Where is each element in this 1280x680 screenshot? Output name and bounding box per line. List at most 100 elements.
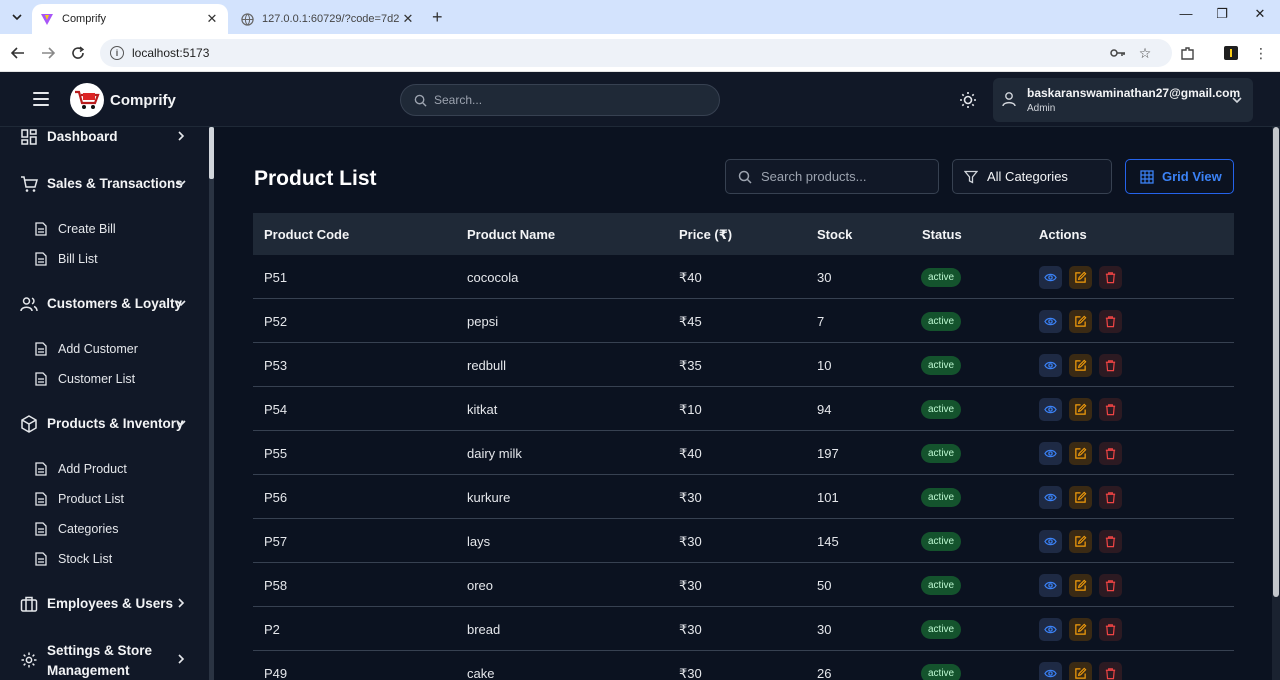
page-scrollbar[interactable] bbox=[1273, 127, 1279, 597]
sidebar-item-add-product[interactable]: Add Product bbox=[34, 459, 204, 479]
view-button[interactable] bbox=[1039, 662, 1062, 680]
tab-search-button[interactable] bbox=[6, 7, 28, 27]
cell-stock: 26 bbox=[817, 666, 832, 680]
extension-badge-icon[interactable] bbox=[1222, 44, 1240, 62]
sidebar-group-customers[interactable]: Customers & Loyalty bbox=[0, 292, 209, 316]
password-key-icon[interactable] bbox=[1109, 44, 1127, 62]
cell-stock: 50 bbox=[817, 578, 832, 593]
sidebar-item-add-customer[interactable]: Add Customer bbox=[34, 339, 204, 359]
minimize-icon[interactable]: — bbox=[1176, 6, 1196, 21]
trash-icon bbox=[1105, 624, 1116, 636]
delete-button[interactable] bbox=[1099, 530, 1122, 553]
sidebar-group-products[interactable]: Products & Inventory bbox=[0, 412, 209, 436]
maximize-icon[interactable]: ❐ bbox=[1212, 6, 1232, 22]
category-filter-select[interactable]: All Categories bbox=[952, 159, 1112, 194]
sidebar-group-sales[interactable]: Sales & Transactions bbox=[0, 172, 209, 196]
cell-product-code: P2 bbox=[264, 622, 280, 637]
theme-toggle-sun-icon[interactable] bbox=[958, 90, 978, 110]
close-tab-icon[interactable]: ✕ bbox=[204, 11, 220, 27]
delete-button[interactable] bbox=[1099, 618, 1122, 641]
view-button[interactable] bbox=[1039, 574, 1062, 597]
column-header-price[interactable]: Price (₹) bbox=[679, 227, 732, 243]
delete-button[interactable] bbox=[1099, 486, 1122, 509]
browser-tab-active[interactable]: Comprify ✕ bbox=[32, 4, 228, 34]
edit-button[interactable] bbox=[1069, 442, 1092, 465]
global-search-input[interactable] bbox=[434, 93, 694, 107]
edit-button[interactable] bbox=[1069, 310, 1092, 333]
status-badge: active bbox=[921, 400, 962, 419]
trash-icon bbox=[1105, 404, 1116, 416]
product-search-box[interactable] bbox=[725, 159, 939, 194]
view-button[interactable] bbox=[1039, 398, 1062, 421]
view-button[interactable] bbox=[1039, 266, 1062, 289]
sidebar-group-dashboard[interactable]: Dashboard bbox=[0, 127, 209, 149]
user-icon bbox=[1002, 92, 1016, 107]
view-button[interactable] bbox=[1039, 530, 1062, 553]
edit-button[interactable] bbox=[1069, 486, 1092, 509]
chevron-right-icon bbox=[178, 598, 185, 608]
close-tab-icon[interactable]: ✕ bbox=[400, 11, 416, 27]
cell-stock: 30 bbox=[817, 622, 832, 637]
eye-icon bbox=[1044, 581, 1057, 590]
extensions-icon[interactable] bbox=[1178, 44, 1196, 62]
eye-icon bbox=[1044, 537, 1057, 546]
hamburger-menu-icon[interactable] bbox=[33, 92, 49, 106]
new-tab-button[interactable]: + bbox=[432, 8, 443, 26]
reload-icon[interactable] bbox=[68, 43, 88, 63]
view-button[interactable] bbox=[1039, 442, 1062, 465]
sidebar-item-customer-list[interactable]: Customer List bbox=[34, 369, 204, 389]
delete-button[interactable] bbox=[1099, 662, 1122, 680]
view-button[interactable] bbox=[1039, 354, 1062, 377]
edit-button[interactable] bbox=[1069, 662, 1092, 680]
edit-button[interactable] bbox=[1069, 530, 1092, 553]
edit-button[interactable] bbox=[1069, 618, 1092, 641]
delete-button[interactable] bbox=[1099, 442, 1122, 465]
edit-button[interactable] bbox=[1069, 398, 1092, 421]
app-header: Comprify baskaranswaminathan27@gmail.com… bbox=[0, 72, 1280, 127]
back-arrow-icon[interactable] bbox=[8, 43, 28, 63]
view-button[interactable] bbox=[1039, 486, 1062, 509]
global-search-box[interactable] bbox=[400, 84, 720, 116]
users-icon bbox=[20, 297, 38, 312]
product-search-input[interactable] bbox=[761, 169, 931, 184]
column-header-name[interactable]: Product Name bbox=[467, 227, 555, 242]
user-menu[interactable]: baskaranswaminathan27@gmail.com Admin bbox=[993, 78, 1253, 122]
edit-button[interactable] bbox=[1069, 266, 1092, 289]
sidebar-group-settings[interactable]: Settings & Store Management bbox=[0, 639, 209, 679]
sidebar-item-categories[interactable]: Categories bbox=[34, 519, 204, 539]
edit-button[interactable] bbox=[1069, 574, 1092, 597]
edit-button[interactable] bbox=[1069, 354, 1092, 377]
delete-button[interactable] bbox=[1099, 398, 1122, 421]
forward-arrow-icon[interactable] bbox=[38, 43, 58, 63]
column-header-stock[interactable]: Stock bbox=[817, 227, 852, 242]
delete-button[interactable] bbox=[1099, 310, 1122, 333]
browser-menu-icon[interactable]: ⋮ bbox=[1252, 44, 1270, 62]
column-header-code[interactable]: Product Code bbox=[264, 227, 349, 242]
sidebar-item-stock-list[interactable]: Stock List bbox=[34, 549, 204, 569]
sidebar-item-bill-list[interactable]: Bill List bbox=[34, 249, 204, 269]
sidebar-item-product-list[interactable]: Product List bbox=[34, 489, 204, 509]
cell-product-name: bread bbox=[467, 622, 501, 637]
cell-price: ₹30 bbox=[679, 622, 702, 637]
sidebar-item-label: Add Product bbox=[58, 462, 127, 476]
bookmark-star-icon[interactable]: ☆ bbox=[1136, 44, 1154, 62]
column-header-status[interactable]: Status bbox=[922, 227, 962, 242]
view-button[interactable] bbox=[1039, 618, 1062, 641]
window-close-icon[interactable]: ✕ bbox=[1250, 6, 1270, 22]
sidebar: Dashboard Sales & Transactions Create Bi… bbox=[0, 127, 214, 680]
delete-button[interactable] bbox=[1099, 266, 1122, 289]
cell-product-code: P49 bbox=[264, 666, 288, 680]
eye-icon bbox=[1044, 273, 1057, 282]
cell-price: ₹45 bbox=[679, 314, 702, 329]
grid-view-button[interactable]: Grid View bbox=[1125, 159, 1234, 194]
address-bar[interactable]: i localhost:5173 bbox=[100, 39, 1172, 67]
sidebar-group-employees[interactable]: Employees & Users bbox=[0, 592, 209, 616]
delete-button[interactable] bbox=[1099, 574, 1122, 597]
sidebar-item-label: Add Customer bbox=[58, 342, 138, 356]
browser-tab-inactive[interactable]: 127.0.0.1:60729/?code=7d2514 ✕ bbox=[232, 4, 424, 34]
view-button[interactable] bbox=[1039, 310, 1062, 333]
cell-price: ₹30 bbox=[679, 578, 702, 593]
sidebar-item-create-bill[interactable]: Create Bill bbox=[34, 219, 204, 239]
delete-button[interactable] bbox=[1099, 354, 1122, 377]
site-info-icon[interactable]: i bbox=[110, 46, 124, 60]
